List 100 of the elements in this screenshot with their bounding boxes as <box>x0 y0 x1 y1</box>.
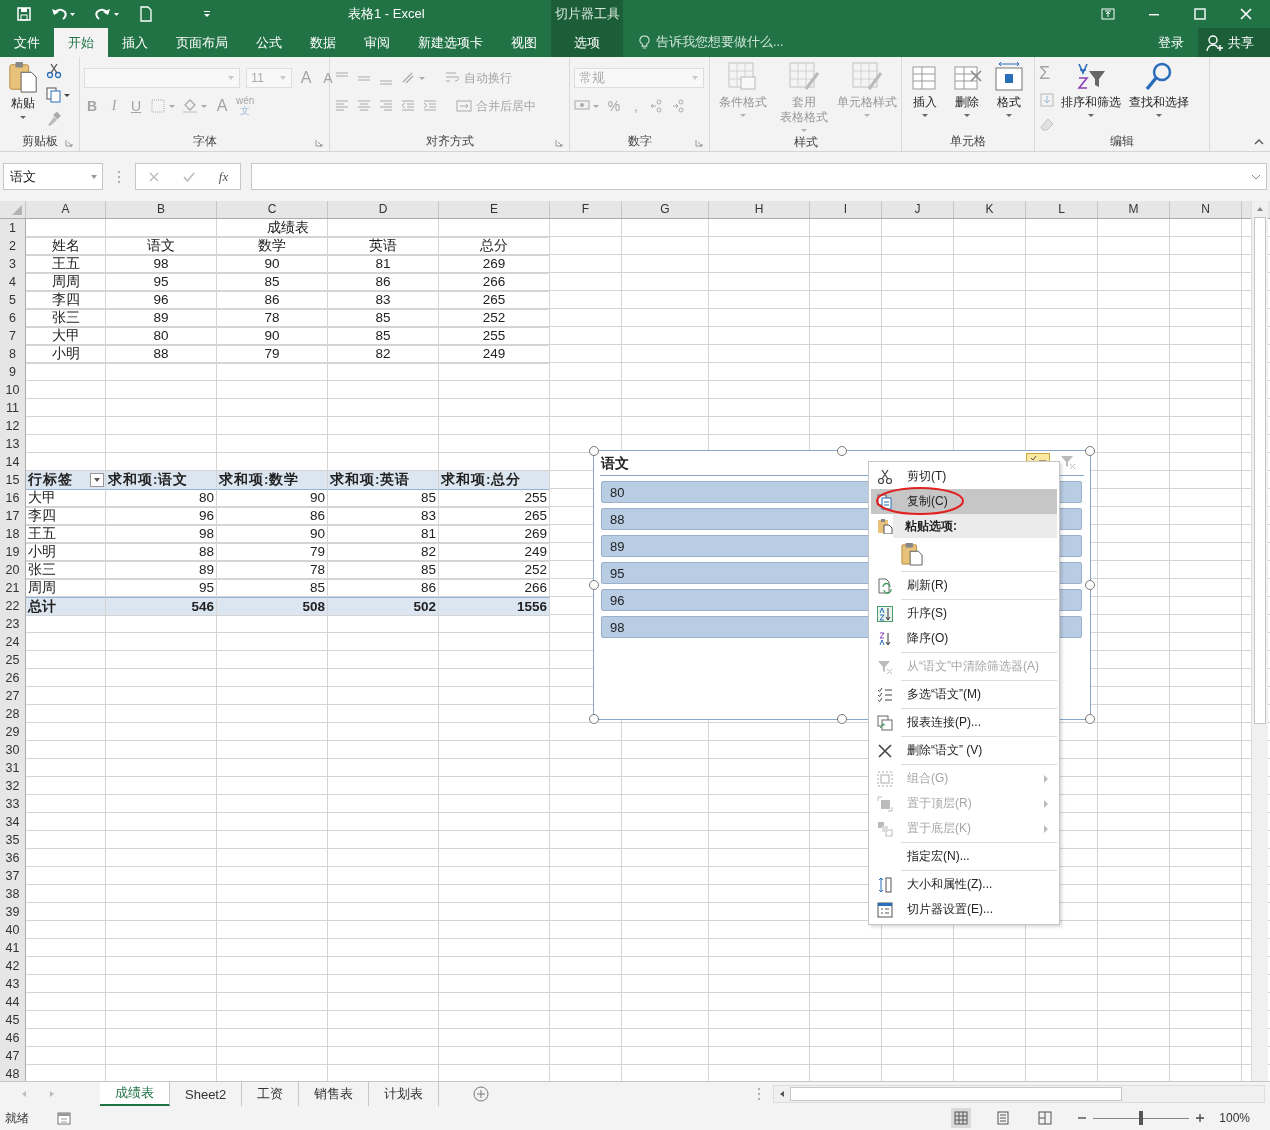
ribbon-display-icon[interactable] <box>1100 6 1116 22</box>
scroll-thumb[interactable] <box>790 1087 1122 1101</box>
undo-icon[interactable] <box>50 6 76 22</box>
normal-view-icon[interactable] <box>951 1108 972 1128</box>
filter-dropdown-icon[interactable] <box>90 473 104 487</box>
dialog-launcher-icon[interactable] <box>65 139 73 147</box>
cancel-icon[interactable] <box>147 170 160 183</box>
cell-command-button[interactable]: 格式 <box>990 61 1028 118</box>
vertical-scrollbar[interactable] <box>1251 201 1268 1081</box>
menu-item[interactable]: 切片器设置(E)... <box>871 897 1057 922</box>
sort-ascending-icon <box>877 605 893 622</box>
insert-function-button[interactable]: fx <box>218 168 229 185</box>
ribbon-tab[interactable]: 数据 <box>296 28 350 57</box>
slicer-settings-icon <box>877 901 893 918</box>
submenu-arrow-icon <box>1043 824 1049 834</box>
maximize-icon[interactable] <box>1192 6 1208 22</box>
sheet-tab[interactable]: 成绩表 <box>100 1082 170 1106</box>
ribbon-tab[interactable]: 插入 <box>108 28 162 57</box>
clipboard-icon <box>877 518 893 534</box>
ribbon-tab[interactable]: 开始 <box>54 28 108 57</box>
macro-record-icon[interactable] <box>57 1111 71 1125</box>
resize-handle[interactable] <box>589 580 599 590</box>
clear-filter-icon <box>877 658 893 675</box>
paste-button[interactable]: 粘贴 <box>4 61 42 120</box>
group-label: 编辑 <box>1110 133 1134 150</box>
resize-handle[interactable] <box>1085 714 1095 724</box>
redo-icon[interactable] <box>94 6 120 22</box>
ribbon-tab[interactable]: 页面布局 <box>162 28 242 57</box>
ribbon-tab[interactable]: 选项 <box>551 28 623 57</box>
group-label: 字体 <box>192 132 217 150</box>
merge-cells-icon <box>456 98 472 114</box>
row-header[interactable]: 48 <box>0 1065 26 1081</box>
clear-filter-icon[interactable] <box>1060 454 1076 470</box>
menu-item[interactable]: 多选“语文”(M) <box>871 682 1057 707</box>
zoom-thumb[interactable] <box>1139 1111 1144 1125</box>
scroll-left-icon[interactable] <box>778 1090 786 1098</box>
cell-command-button[interactable]: 删除 <box>948 61 986 118</box>
dropdown-arrow-icon[interactable] <box>90 173 98 181</box>
grip-icon <box>757 1087 761 1101</box>
scissors-icon <box>877 468 893 485</box>
caret-icon <box>1005 113 1013 118</box>
formula-input[interactable] <box>251 163 1267 190</box>
horizontal-scrollbar[interactable] <box>773 1085 1265 1103</box>
check-icon[interactable] <box>183 170 196 183</box>
menu-item[interactable]: 大小和属性(Z)... <box>871 872 1057 897</box>
resize-handle[interactable] <box>1085 580 1095 590</box>
edit-command-button[interactable]: 排序和筛选 <box>1059 61 1123 118</box>
save-icon[interactable] <box>16 6 32 22</box>
menu-item[interactable]: 报表连接(P)... <box>871 710 1057 735</box>
caret-icon <box>963 113 971 118</box>
resize-handle[interactable] <box>589 714 599 724</box>
add-sheet-icon[interactable] <box>473 1086 490 1102</box>
scroll-up-icon[interactable] <box>1256 205 1264 213</box>
customize-toolbar-icon[interactable] <box>202 9 212 19</box>
corner-triangle-icon <box>12 205 22 215</box>
resize-handle[interactable] <box>837 446 847 456</box>
send-to-back-icon <box>877 820 893 837</box>
ribbon-tab[interactable]: 公式 <box>242 28 296 57</box>
new-document-icon[interactable] <box>138 6 154 22</box>
scissors-icon[interactable] <box>46 63 62 79</box>
close-icon[interactable] <box>1238 6 1254 22</box>
name-box[interactable]: 语文 <box>3 163 103 190</box>
ribbon-tab[interactable]: 审阅 <box>350 28 404 57</box>
sort-descending-icon <box>877 630 893 647</box>
menu-item[interactable]: 删除“语文” (V) <box>871 738 1057 763</box>
ribbon-tab[interactable]: 视图 <box>497 28 551 57</box>
group-label: 对齐方式 <box>425 132 474 150</box>
submenu-arrow-icon <box>1043 774 1049 784</box>
resize-handle[interactable] <box>837 714 847 724</box>
tell-me-field[interactable]: 告诉我您想要做什么... <box>623 28 784 57</box>
window-title: 表格1 - Excel <box>347 5 426 23</box>
ribbon-tab[interactable]: 文件 <box>0 28 54 57</box>
resize-handle[interactable] <box>1085 446 1095 456</box>
scroll-right-icon[interactable] <box>48 1090 56 1098</box>
caret-icon <box>738 113 747 118</box>
person-add-icon <box>1206 33 1224 52</box>
copy-icon[interactable] <box>46 87 72 103</box>
checklist-icon <box>877 686 893 703</box>
ribbon-tab[interactable]: 新建选项卡 <box>404 28 497 57</box>
zoom-level[interactable]: 100% <box>1219 1111 1250 1125</box>
group-label: 单元格 <box>950 132 986 150</box>
caret-icon <box>863 113 871 118</box>
cross-icon <box>877 742 893 759</box>
cell-command-button[interactable]: 插入 <box>906 61 944 118</box>
menu-item[interactable]: 指定宏(N)... <box>871 844 1057 869</box>
edit-command-button[interactable]: 查找和选择 <box>1127 61 1191 118</box>
size-properties-icon <box>877 876 893 893</box>
zoom-in-icon[interactable] <box>1195 1113 1206 1123</box>
copy-icon <box>877 493 893 510</box>
collapse-ribbon-icon[interactable] <box>1254 139 1264 145</box>
group-label: 样式 <box>793 133 818 151</box>
menu-item[interactable]: 复制(C) <box>871 489 1057 514</box>
resize-handle[interactable] <box>589 446 599 456</box>
group-label: 数字 <box>627 132 652 150</box>
scroll-thumb[interactable] <box>1254 217 1266 724</box>
caret-icon <box>1087 113 1095 118</box>
paste-option-icon[interactable] <box>901 542 923 566</box>
sign-in-link[interactable]: 登录 <box>1144 28 1198 57</box>
expand-icon[interactable] <box>1251 174 1261 180</box>
share-button[interactable]: 共享 <box>1198 28 1270 57</box>
